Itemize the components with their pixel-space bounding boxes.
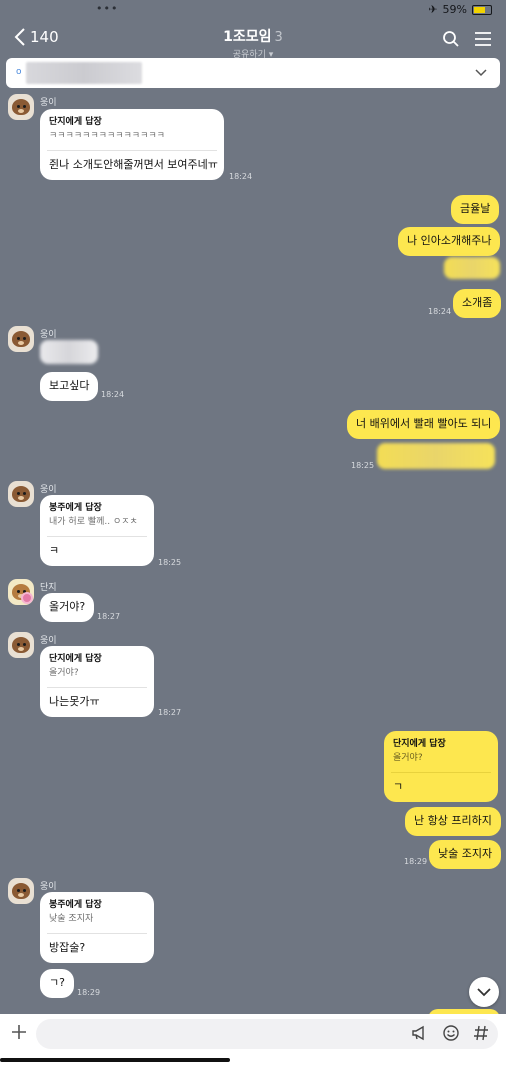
message-time: 18:25 (351, 461, 375, 470)
avatar-woong[interactable] (8, 878, 34, 904)
reply-quote: ㅋㅋㅋㅋㅋㅋㅋㅋㅋㅋㅋㅋㅋㅋ (49, 131, 165, 142)
message-input[interactable] (36, 1019, 498, 1049)
my-reply-bubble[interactable]: 단지에게 답장 올거야? ㄱ (384, 731, 498, 803)
their-message[interactable]: 보고싶다 (40, 372, 99, 401)
message-text: ㅋ (49, 544, 60, 558)
avatar-woong[interactable] (8, 632, 34, 658)
reply-target: 봉주에게 답장 (49, 900, 102, 910)
status-dots: ••• (96, 2, 119, 15)
hashtag-icon[interactable] (473, 1024, 489, 1042)
sender-name: 웅이 (40, 882, 57, 892)
my-message[interactable]: 나 인아소개해주나 (398, 227, 501, 256)
chevron-down-icon[interactable] (474, 66, 488, 80)
reply-bubble[interactable]: 봉주에게 답장 낮술 조지자 방잡술? (40, 892, 154, 964)
message-text: 나는못가ㅠ (49, 695, 100, 709)
message-time: 18:25 (158, 558, 182, 567)
message-text: ㄱ? (49, 976, 65, 989)
battery-icon (472, 4, 492, 15)
avatar-danji[interactable] (8, 579, 34, 605)
message-text: 소개좀 (462, 296, 493, 309)
message-text: 방잡술? (49, 941, 86, 955)
message-time: 18:27 (158, 708, 182, 717)
member-count: 3 (274, 30, 283, 45)
message-time: 18:29 (404, 857, 428, 866)
my-message[interactable]: 난 항상 프리하지 (405, 807, 501, 836)
reply-quote: 올거야? (393, 753, 423, 764)
redacted-message (377, 443, 495, 469)
chat-header: 140 1조모임 3 공유하기 ▾ (0, 20, 506, 60)
my-message[interactable]: 금율날 (451, 195, 500, 224)
home-indicator-area (0, 1054, 506, 1068)
notice-redacted (26, 62, 142, 84)
sender-name: 웅이 (40, 636, 57, 646)
message-text: ㄱ (393, 780, 404, 794)
search-icon[interactable] (442, 30, 460, 48)
message-time: 18:24 (229, 172, 253, 181)
sender-name: 웅이 (40, 330, 57, 340)
redacted-message (444, 257, 500, 279)
plus-icon[interactable] (10, 1023, 28, 1041)
message-text: 난 항상 프리하지 (414, 814, 492, 827)
message-text: 쥔나 소개도안해줄꺼면서 보여주네ㅠ (49, 158, 218, 172)
airplane-icon: ✈ (428, 3, 438, 16)
notice-bar[interactable]: o (6, 58, 500, 88)
input-bar (0, 1014, 506, 1054)
reply-quote: 낮술 조지자 (49, 914, 94, 925)
sender-name: 웅이 (40, 98, 57, 108)
message-time: 18:24 (101, 390, 125, 399)
reply-bubble[interactable]: 봉주에게 답장 내가 허로 빨께.. ㅇㅈㅊ ㅋ (40, 495, 154, 567)
redacted-message (40, 340, 98, 364)
message-text: 금율날 (460, 202, 491, 215)
message-text: 낮술 조지자 (438, 847, 493, 860)
message-text: 보고싶다 (49, 379, 90, 392)
home-indicator (0, 1058, 230, 1062)
their-message[interactable]: 올거야? (40, 593, 95, 622)
reply-bubble[interactable]: 단지에게 답장 ㅋㅋㅋㅋㅋㅋㅋㅋㅋㅋㅋㅋㅋㅋ 쥔나 소개도안해줄꺼면서 보여주네… (40, 109, 224, 181)
their-message[interactable]: ㄱ? (40, 969, 74, 998)
reply-quote: 올거야? (49, 668, 79, 679)
message-text: 올거야? (49, 600, 86, 613)
reply-target: 단지에게 답장 (49, 117, 102, 127)
megaphone-icon[interactable] (410, 1024, 428, 1042)
chevron-down-icon (477, 988, 491, 997)
reply-quote: 내가 허로 빨께.. ㅇㅈㅊ (49, 517, 138, 528)
reply-bubble[interactable]: 단지에게 답장 올거야? 나는못가ㅠ (40, 646, 154, 718)
status-right: ✈ 59% (428, 3, 492, 16)
message-time: 18:24 (428, 307, 452, 316)
avatar-woong[interactable] (8, 326, 34, 352)
battery-percent: 59% (442, 3, 467, 16)
message-text: 너 배위에서 빨래 빨아도 되니 (356, 417, 492, 430)
sender-name: 단지 (40, 583, 57, 593)
menu-icon[interactable] (474, 30, 492, 48)
avatar-woong[interactable] (8, 481, 34, 507)
chat-title-area[interactable]: 1조모임 3 공유하기 ▾ (0, 26, 506, 60)
reply-target: 단지에게 답장 (49, 654, 102, 664)
message-time: 18:27 (97, 612, 121, 621)
flower-icon (21, 592, 33, 604)
my-message[interactable]: 낮술 조지자 (429, 840, 502, 869)
status-bar: ••• ✈ 59% (0, 0, 506, 20)
avatar-woong[interactable] (8, 94, 34, 120)
sender-name: 웅이 (40, 485, 57, 495)
message-time: 18:29 (77, 988, 101, 997)
reply-target: 봉주에게 답장 (49, 503, 102, 513)
reply-target: 단지에게 답장 (393, 739, 446, 749)
scroll-to-bottom-button[interactable] (469, 977, 499, 1007)
notice-prefix: o (16, 67, 22, 77)
chat-title: 1조모임 (223, 29, 272, 45)
emoji-icon[interactable] (442, 1024, 460, 1042)
my-message[interactable]: 너 배위에서 빨래 빨아도 되니 (347, 410, 501, 439)
my-message[interactable]: 소개좀 (453, 289, 502, 318)
message-text: 나 인아소개해주나 (407, 234, 492, 247)
